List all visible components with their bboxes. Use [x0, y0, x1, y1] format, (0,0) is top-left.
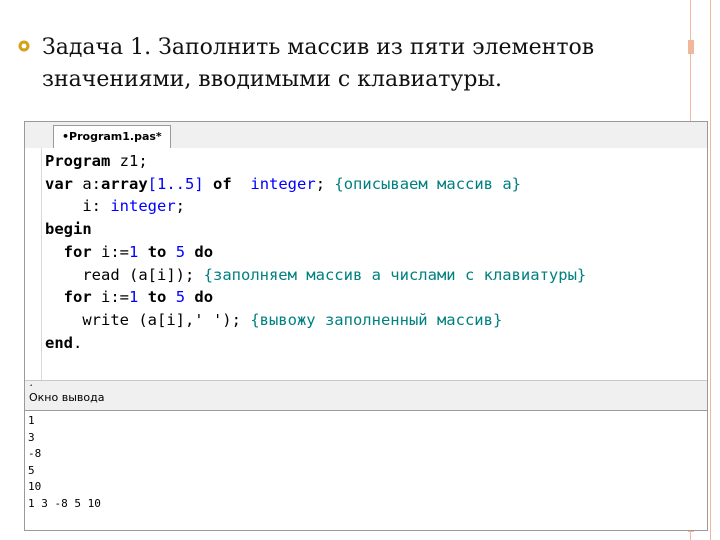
tab-bar: •Program1.pas* [25, 122, 707, 149]
ide-window: •Program1.pas* Program z1; var a:array[1… [24, 121, 708, 531]
output-line: 10 [28, 480, 42, 493]
code-line-6: read (a[i]); {заполняем массив a числами… [82, 265, 587, 284]
code-line-5: for i:=1 to 5 do [63, 242, 214, 261]
code-line-4: begin [45, 220, 92, 239]
output-line: 3 [28, 430, 35, 444]
code-line-1: Program z1; [45, 152, 148, 170]
code-line-8: write (a[i],' '); {вывожу заполненный ма… [82, 310, 503, 329]
output-line: -8 [28, 447, 42, 460]
output-panel-header: Окно вывода [25, 386, 707, 411]
code-line-3: i: integer; [82, 197, 185, 216]
code-editor[interactable]: Program z1; var a:array[1..5] of integer… [25, 148, 707, 380]
code-line-9: end. [45, 333, 83, 352]
output-panel: 1 3 -8 5 10 1 3 -8 5 10 [25, 411, 707, 530]
slide-border-line-outer [710, 0, 711, 540]
slide-title-text: Задача 1. Заполнить массив из пяти элеме… [42, 35, 595, 92]
code-line-7: for i:=1 to 5 do [63, 288, 214, 307]
code-line-2: var a:array[1..5] of integer; {описываем… [45, 174, 522, 193]
output-line: 5 [28, 463, 35, 477]
bullet-icon [18, 40, 30, 52]
slide-border-tick-top [688, 40, 694, 54]
output-line: 1 [28, 414, 35, 427]
output-line: 1 3 -8 5 10 [28, 496, 101, 510]
editor-gutter [25, 148, 42, 380]
slide-title: Задача 1. Заполнить массив из пяти элеме… [18, 32, 678, 96]
tab-program1[interactable]: •Program1.pas* [53, 125, 171, 148]
code-text: Program z1; var a:array[1..5] of integer… [45, 150, 586, 354]
output-text: 1 3 -8 5 10 1 3 -8 5 10 [28, 413, 101, 512]
